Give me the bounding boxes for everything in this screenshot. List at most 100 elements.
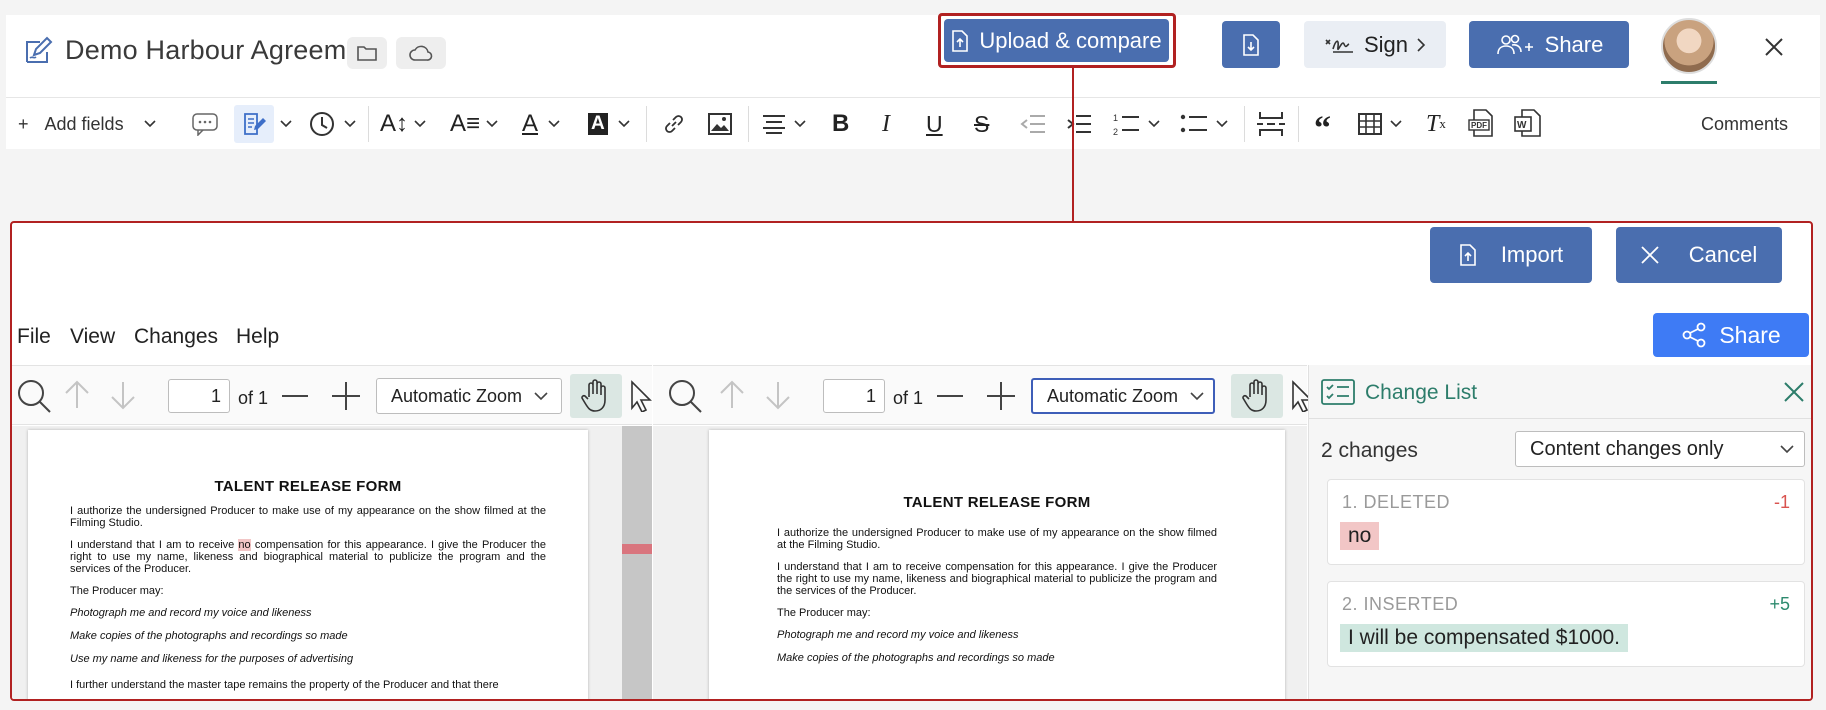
hand-icon xyxy=(1242,379,1272,413)
checklist-icon xyxy=(1321,379,1355,405)
word-icon: W xyxy=(1514,109,1544,139)
italic-icon[interactable]: I xyxy=(882,98,890,150)
right-zoom-value: Automatic Zoom xyxy=(1047,385,1179,406)
strikethrough-icon[interactable]: S xyxy=(974,98,989,150)
change-item[interactable]: 1. DELETED -1 no xyxy=(1327,479,1805,565)
change-count: 2 changes xyxy=(1321,439,1418,462)
document-header: Demo Harbour Agreement Upload & compare … xyxy=(6,13,1820,97)
font-style-icon: A≡ xyxy=(450,110,481,137)
menu-view[interactable]: View xyxy=(70,325,115,349)
table-icon xyxy=(1358,113,1382,135)
font-size-button[interactable]: A↕ xyxy=(380,98,426,150)
word-export-button[interactable]: W xyxy=(1514,98,1544,150)
page-break-button[interactable] xyxy=(1256,98,1286,150)
right-page-count: of 1 xyxy=(893,388,924,408)
menu-changes[interactable]: Changes xyxy=(134,325,218,349)
pdf-export-button[interactable]: PDF xyxy=(1468,98,1498,150)
highlight-color-button[interactable]: A xyxy=(588,98,630,150)
menu-file[interactable]: File xyxy=(17,325,51,349)
highlight-icon: A xyxy=(588,113,608,135)
document-title[interactable]: Demo Harbour Agreement xyxy=(65,35,385,66)
table-button[interactable] xyxy=(1358,98,1402,150)
compare-dialog: Import Cancel File View Changes Help Sha… xyxy=(10,221,1813,701)
arrow-up-icon[interactable] xyxy=(64,380,90,410)
share-label: Share xyxy=(1544,31,1604,57)
right-viewer-toolbar: 1 of 1 Automatic Zoom xyxy=(653,365,1313,425)
track-changes-button[interactable] xyxy=(234,105,274,143)
upload-compare-button[interactable]: Upload & compare xyxy=(944,19,1169,62)
import-button[interactable]: Import xyxy=(1430,227,1592,283)
arrow-up-icon[interactable] xyxy=(719,380,745,410)
chevron-down-icon xyxy=(1780,445,1794,454)
left-document-pane[interactable]: TALENT RELEASE FORM I authorize the unde… xyxy=(12,426,652,699)
close-icon[interactable] xyxy=(1783,381,1805,403)
right-document-page: TALENT RELEASE FORM I authorize the unde… xyxy=(709,430,1285,699)
folder-button[interactable] xyxy=(347,37,387,69)
cancel-button[interactable]: Cancel xyxy=(1616,227,1782,283)
upload-compare-label: Upload & compare xyxy=(979,27,1162,53)
select-cursor-icon[interactable] xyxy=(630,380,652,412)
image-button[interactable] xyxy=(708,98,732,150)
chevron-down-icon xyxy=(1190,391,1204,401)
plus-icon: + xyxy=(18,113,29,134)
menu-help[interactable]: Help xyxy=(236,325,279,349)
user-avatar[interactable] xyxy=(1661,18,1717,74)
deleted-word-mark[interactable]: no xyxy=(238,539,251,551)
arrow-down-icon[interactable] xyxy=(765,380,791,410)
cancel-label: Cancel xyxy=(1688,242,1758,267)
link-button[interactable] xyxy=(662,98,686,150)
left-page-input[interactable]: 1 xyxy=(168,379,230,413)
right-doc-paragraph-2: I understand that I am to receive compen… xyxy=(777,561,1217,597)
hand-tool-button[interactable] xyxy=(570,374,622,418)
numbered-list-icon: 12 xyxy=(1112,112,1140,136)
dialog-share-button[interactable]: Share xyxy=(1653,313,1809,357)
add-fields-button[interactable]: + Add fields xyxy=(18,98,156,150)
right-document-pane[interactable]: TALENT RELEASE FORM I authorize the unde… xyxy=(653,426,1307,699)
change-item[interactable]: 2. INSERTED +5 I will be compensated $10… xyxy=(1327,581,1805,667)
image-icon xyxy=(708,113,732,135)
right-doc-paragraph-3: The Producer may: xyxy=(777,607,871,619)
zoom-out-icon[interactable] xyxy=(937,394,963,398)
indent-button[interactable] xyxy=(1066,98,1092,150)
share-button[interactable]: Share xyxy=(1469,21,1629,68)
history-button[interactable] xyxy=(308,98,356,150)
zoom-in-icon[interactable] xyxy=(987,382,1015,410)
bold-icon[interactable]: B xyxy=(832,98,849,150)
underline-icon[interactable]: U xyxy=(926,98,943,150)
edit-document-icon xyxy=(242,112,266,136)
left-doc-item-3: Use my name and likeness for the purpose… xyxy=(70,653,354,665)
change-list-header: Change List xyxy=(1309,365,1811,419)
search-icon[interactable] xyxy=(16,378,52,414)
track-changes-dropdown[interactable] xyxy=(280,98,292,150)
left-page-count: of 1 xyxy=(238,388,269,408)
text-color-button[interactable]: A xyxy=(522,98,560,150)
sign-button[interactable]: Sign xyxy=(1304,21,1446,68)
change-item-delta: +5 xyxy=(1769,594,1790,614)
cloud-button[interactable] xyxy=(396,37,446,69)
zoom-out-icon[interactable] xyxy=(282,394,308,398)
search-icon[interactable] xyxy=(667,378,703,414)
zoom-in-icon[interactable] xyxy=(332,382,360,410)
right-zoom-select[interactable]: Automatic Zoom xyxy=(1031,378,1215,414)
quote-icon[interactable]: “ xyxy=(1314,98,1331,150)
clear-format-icon[interactable]: Tx xyxy=(1426,98,1446,150)
hand-icon xyxy=(581,379,611,413)
comments-toggle[interactable]: Comments xyxy=(1701,98,1788,150)
bullet-list-button[interactable] xyxy=(1180,98,1228,150)
change-filter-select[interactable]: Content changes only xyxy=(1515,431,1805,467)
left-zoom-select[interactable]: Automatic Zoom xyxy=(376,378,562,414)
diff-deletion-marker[interactable] xyxy=(622,544,652,554)
chevron-down-icon xyxy=(548,120,560,128)
numbered-list-button[interactable]: 12 xyxy=(1112,98,1160,150)
align-button[interactable] xyxy=(762,98,806,150)
close-icon[interactable] xyxy=(1764,37,1784,57)
arrow-down-icon[interactable] xyxy=(110,380,136,410)
chevron-right-icon xyxy=(1416,37,1426,53)
hand-tool-button[interactable] xyxy=(1231,374,1283,418)
comment-button[interactable] xyxy=(192,98,218,150)
outdent-button[interactable] xyxy=(1020,98,1046,150)
font-style-button[interactable]: A≡ xyxy=(450,98,498,150)
right-page-input[interactable]: 1 xyxy=(823,379,885,413)
download-button[interactable] xyxy=(1222,21,1280,68)
sign-label: Sign xyxy=(1363,31,1409,57)
